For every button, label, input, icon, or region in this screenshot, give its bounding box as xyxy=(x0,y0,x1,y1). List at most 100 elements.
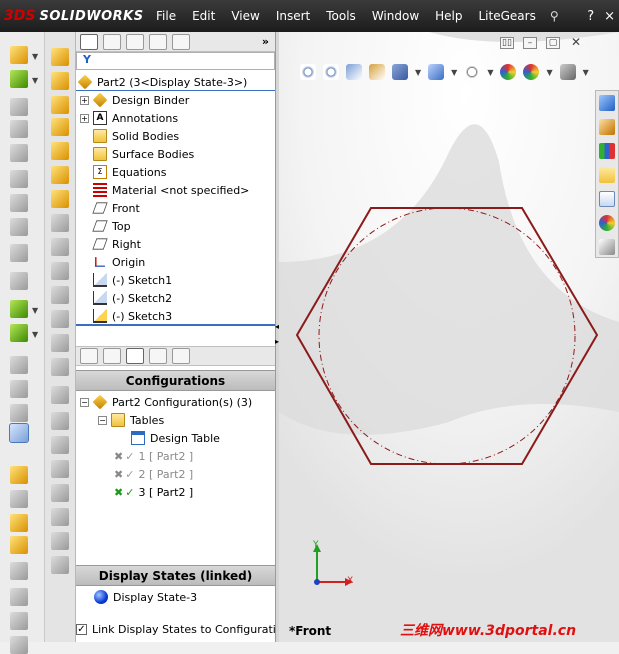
view-orientation-icon[interactable] xyxy=(392,64,408,80)
instant3d-icon[interactable] xyxy=(10,356,28,374)
chevron-down-icon[interactable]: ▼ xyxy=(415,68,421,77)
rib-icon[interactable] xyxy=(10,218,28,236)
panel-divider[interactable] xyxy=(76,324,275,326)
filter-icon[interactable]: Y xyxy=(83,53,91,66)
config-item-2[interactable]: ✖ ✓ 2 [ Part2 ] xyxy=(114,465,193,483)
minimize-icon[interactable]: – xyxy=(523,37,537,49)
polygon-tool-icon[interactable] xyxy=(51,190,69,208)
tree-item-front-plane[interactable]: Front xyxy=(92,199,140,217)
tree-item-equations[interactable]: Σ Equations xyxy=(93,163,166,181)
menu-tools[interactable]: Tools xyxy=(318,9,364,23)
custom-properties-icon[interactable] xyxy=(599,239,615,255)
move-entities-icon[interactable] xyxy=(51,334,69,352)
expand-icon[interactable]: + xyxy=(80,95,89,105)
curves-icon[interactable] xyxy=(10,324,28,342)
chevron-down-icon[interactable]: ▼ xyxy=(487,68,493,77)
restore-icon[interactable]: ▢ xyxy=(546,37,560,49)
display-style-icon[interactable] xyxy=(428,64,445,80)
dimxpert-manager-tab[interactable] xyxy=(149,33,167,50)
tree-item-sketch3[interactable]: (-) Sketch3 xyxy=(93,307,172,325)
shell-icon[interactable] xyxy=(10,272,28,290)
mirror-tool-icon[interactable] xyxy=(51,286,69,304)
fillet-icon[interactable] xyxy=(10,170,28,188)
menu-litegears[interactable]: LiteGears xyxy=(471,9,544,23)
apply-scene-icon[interactable] xyxy=(523,64,540,80)
chevron-down-icon[interactable]: ▼ xyxy=(32,306,38,315)
collapse-icon[interactable]: − xyxy=(98,415,107,425)
rectangle-tool-icon[interactable] xyxy=(51,118,69,136)
zoom-to-fit-icon[interactable] xyxy=(300,64,316,80)
relations-icon[interactable] xyxy=(51,358,69,376)
section-view-icon[interactable] xyxy=(369,64,385,80)
tree-item-annotations[interactable]: + A Annotations xyxy=(80,109,178,127)
offset-tool-icon[interactable] xyxy=(51,262,69,280)
point-tool-icon[interactable] xyxy=(51,532,69,550)
close-icon[interactable]: ✕ xyxy=(569,36,583,49)
extruded-cut-icon[interactable] xyxy=(10,144,28,162)
home-icon[interactable] xyxy=(599,119,615,135)
trim-tool-icon[interactable] xyxy=(51,238,69,256)
chamfer-sketch-icon[interactable] xyxy=(51,484,69,502)
menu-view[interactable]: View xyxy=(223,9,267,23)
tree-root[interactable]: Part2 (3<Display State-3>) xyxy=(77,73,247,91)
pattern-tool-icon[interactable] xyxy=(51,310,69,328)
sheet-metal-icon[interactable] xyxy=(10,466,28,484)
reference-geometry-icon[interactable] xyxy=(10,300,28,318)
previous-view-icon[interactable] xyxy=(346,64,362,80)
help-icon[interactable]: ? xyxy=(587,9,594,24)
config-item-3[interactable]: ✖ ✓ 3 [ Part2 ] xyxy=(114,483,193,501)
tables-folder[interactable]: − Tables xyxy=(98,411,164,429)
link-display-states-row[interactable]: ✓ Link Display States to Configurations xyxy=(76,620,295,638)
extrude-boss-icon[interactable] xyxy=(10,46,28,64)
link-display-states-checkbox[interactable]: ✓ xyxy=(76,623,87,635)
chevron-down-icon[interactable]: ▼ xyxy=(32,330,38,339)
menu-file[interactable]: File xyxy=(148,9,184,23)
tile-icon[interactable]: ▯▯ xyxy=(500,37,514,49)
design-table-tool-icon[interactable] xyxy=(9,423,29,443)
menu-edit[interactable]: Edit xyxy=(184,9,223,23)
solidworks-resources-icon[interactable] xyxy=(599,95,615,111)
tree-item-solid-bodies[interactable]: Solid Bodies xyxy=(93,127,179,145)
tree-item-material[interactable]: Material <not specified> xyxy=(93,181,249,199)
tree-item-surface-bodies[interactable]: Surface Bodies xyxy=(93,145,194,163)
smart-dimension-icon[interactable] xyxy=(51,72,69,90)
design-library-icon[interactable] xyxy=(599,143,615,159)
file-explorer-icon[interactable] xyxy=(599,167,615,183)
configuration-manager-tab[interactable] xyxy=(126,348,144,364)
pin-icon[interactable]: ⚲ xyxy=(544,9,565,23)
property-manager-tab[interactable] xyxy=(103,33,121,50)
config-root[interactable]: − Part2 Configuration(s) (3) xyxy=(80,393,252,411)
chevron-down-icon[interactable]: ▼ xyxy=(546,68,552,77)
lofted-boss-icon[interactable] xyxy=(10,120,28,138)
circle-tool-icon[interactable] xyxy=(51,142,69,160)
tree-item-right-plane[interactable]: Right xyxy=(92,235,141,253)
weldment-icon[interactable] xyxy=(10,514,28,532)
line-tool-icon[interactable] xyxy=(51,96,69,114)
tree-item-sketch1[interactable]: (-) Sketch1 xyxy=(93,271,172,289)
design-table-item[interactable]: Design Table xyxy=(131,429,220,447)
configuration-manager-tab[interactable] xyxy=(126,33,144,50)
chevron-down-icon[interactable]: ▼ xyxy=(451,68,457,77)
repair-sketch-icon[interactable] xyxy=(51,386,69,404)
zoom-to-area-icon[interactable] xyxy=(323,64,339,80)
text-tool-icon[interactable] xyxy=(51,508,69,526)
draft-icon[interactable] xyxy=(10,244,28,262)
graphics-area[interactable] xyxy=(279,32,619,642)
hide-show-items-icon[interactable] xyxy=(464,64,481,80)
fillet-sketch-icon[interactable] xyxy=(51,460,69,478)
scale-icon[interactable] xyxy=(10,588,28,606)
display-manager-tab[interactable] xyxy=(172,348,190,364)
revolve-boss-icon[interactable] xyxy=(10,70,28,88)
collapse-icon[interactable]: − xyxy=(80,397,89,407)
swept-boss-icon[interactable] xyxy=(10,98,28,116)
display-state-item[interactable]: Display State-3 xyxy=(94,588,197,606)
hem-icon[interactable] xyxy=(10,490,28,508)
config-item-1[interactable]: ✖ ✓ 1 [ Part2 ] xyxy=(114,447,193,465)
mold-tools-icon[interactable] xyxy=(10,562,28,580)
chevron-down-icon[interactable]: ▼ xyxy=(583,68,589,77)
structural-member-icon[interactable] xyxy=(10,536,28,554)
close-icon[interactable]: × xyxy=(604,9,615,24)
arc-tool-icon[interactable] xyxy=(51,166,69,184)
split-line-icon[interactable] xyxy=(10,612,28,630)
tree-item-origin[interactable]: Origin xyxy=(93,253,145,271)
